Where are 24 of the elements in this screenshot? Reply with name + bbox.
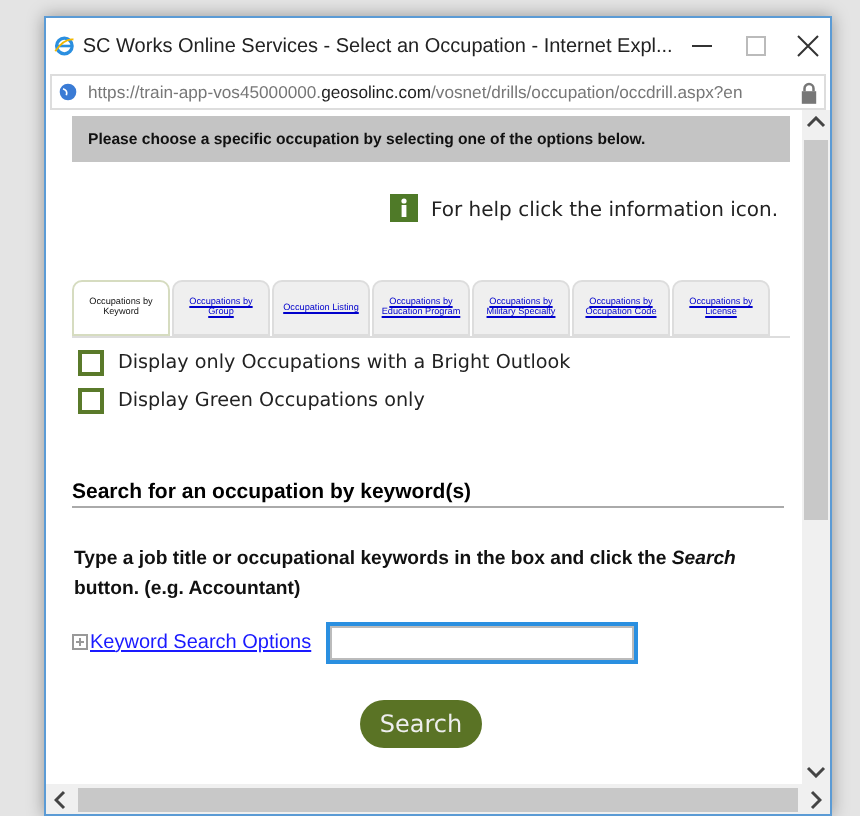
expand-icon[interactable] — [72, 634, 88, 651]
vertical-scrollbar[interactable] — [802, 110, 830, 784]
scroll-down-icon[interactable] — [806, 766, 826, 778]
browser-logo-icon — [54, 32, 75, 60]
horizontal-scrollbar[interactable] — [46, 784, 830, 814]
search-button[interactable]: Search — [359, 699, 483, 748]
scroll-right-icon[interactable] — [810, 789, 822, 809]
scrollbar-thumb[interactable] — [804, 140, 828, 520]
globe-icon — [58, 82, 78, 102]
checkbox-label: Display only Occupations with a Bright Outlook — [118, 352, 571, 374]
keyword-search-options-link[interactable]: Keyword Search Options — [90, 631, 326, 654]
window-title: SC Works Online Services - Select an Occupation - Internet Expl... — [82, 35, 673, 57]
url-text: https://train-app-vos45000000.geosolinc.com/vosnet/drills/occupation/occdrill.aspx?en — [88, 82, 745, 102]
checkbox[interactable] — [78, 350, 104, 376]
scroll-up-icon[interactable] — [806, 116, 826, 128]
section-heading: Search for an occupation by keyword(s) — [72, 480, 784, 508]
keyword-input[interactable] — [326, 621, 638, 664]
instructions-text: Type a job title or occupational keywords in the box and click the Search button. (e.g. Accountant) — [74, 546, 738, 605]
checkbox-label: Display Green Occupations only — [118, 390, 425, 412]
help-text: For help click the information icon. — [430, 200, 778, 222]
scrollbar-thumb[interactable] — [78, 787, 798, 811]
checkbox[interactable] — [78, 388, 104, 414]
scroll-left-icon[interactable] — [54, 789, 66, 809]
lock-icon — [800, 81, 818, 103]
